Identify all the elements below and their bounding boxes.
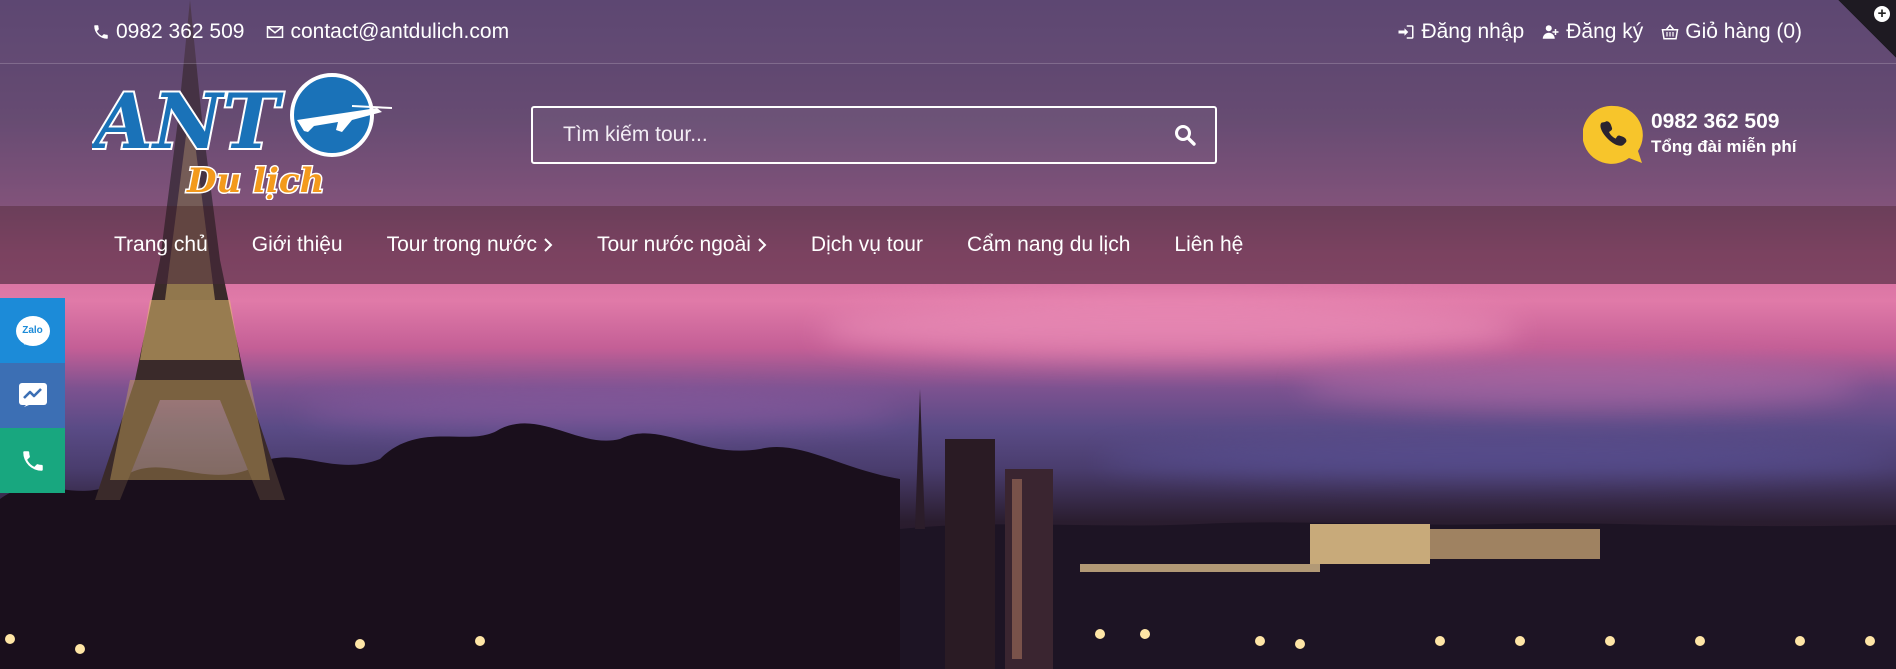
header: ANT Du lịch 0982 362 509 Tổng đài miễn p… [0, 64, 1896, 206]
search-input[interactable] [533, 108, 1215, 162]
register-label: Đăng ký [1566, 20, 1644, 43]
sign-in-icon [1398, 25, 1414, 39]
login-link[interactable]: Đăng nhập [1397, 20, 1524, 44]
user-plus-icon [1542, 25, 1559, 39]
nav-item-international-tour[interactable]: Tour nước ngoài [575, 233, 789, 257]
plus-circle-icon: + [1874, 6, 1890, 22]
site-logo[interactable]: ANT Du lịch [86, 70, 393, 203]
nav-item-tour-services[interactable]: Dịch vụ tour [789, 233, 945, 257]
messenger-button[interactable] [0, 363, 65, 428]
phone-bubble-icon [1583, 105, 1643, 164]
nav-label: Cẩm nang du lịch [966, 233, 1131, 256]
top-bar: 0982 362 509 contact@antdulich.com Đăng … [0, 0, 1896, 64]
nav-label: Trang chủ [114, 233, 208, 256]
nav-label: Tour nước ngoài [597, 233, 751, 256]
nav-label: Giới thiệu [251, 233, 343, 256]
search-box [531, 106, 1217, 164]
hotline[interactable]: 0982 362 509 Tổng đài miễn phí [1583, 104, 1813, 168]
logo-graphic: ANT Du lịch [86, 73, 393, 203]
nav-label: Liên hệ [1174, 233, 1244, 256]
logo-dulich-text: Du lịch [186, 161, 324, 200]
messenger-icon [18, 382, 47, 407]
nav-item-contact[interactable]: Liên hệ [1152, 233, 1265, 257]
chevron-right-icon [758, 238, 767, 252]
phone-icon [94, 25, 108, 39]
nav-label: Dịch vụ tour [810, 233, 923, 256]
register-link[interactable]: Đăng ký [1542, 20, 1643, 44]
nav-item-travel-guide[interactable]: Cẩm nang du lịch [945, 233, 1152, 257]
zalo-icon: Zalo [15, 315, 50, 346]
nav-item-domestic-tour[interactable]: Tour trong nước [365, 233, 575, 257]
main-nav: Trang chủ Giới thiệu Tour trong nước Tou… [0, 206, 1896, 284]
cart-link[interactable]: Giỏ hàng (0) [1661, 20, 1802, 44]
logo-ant-text: ANT [92, 77, 284, 166]
call-button[interactable] [0, 428, 65, 493]
topbar-email[interactable]: contact@antdulich.com [266, 20, 509, 44]
nav-label: Tour trong nước [386, 233, 537, 256]
chevron-right-icon [544, 238, 553, 252]
hotline-number: 0982 362 509 [1651, 110, 1780, 133]
zalo-icon-label: Zalo [22, 325, 43, 336]
nav-item-home[interactable]: Trang chủ [92, 233, 230, 257]
zalo-button[interactable]: Zalo [0, 298, 65, 363]
hotline-caption: Tổng đài miễn phí [1651, 137, 1797, 156]
login-label: Đăng nhập [1421, 20, 1525, 43]
side-contact-bar: Zalo [0, 298, 65, 493]
search-icon[interactable] [1173, 123, 1197, 147]
corner-ribbon[interactable]: + [1838, 0, 1896, 58]
topbar-phone-text: 0982 362 509 [116, 20, 245, 43]
envelope-icon [267, 26, 284, 38]
topbar-email-text: contact@antdulich.com [290, 20, 510, 43]
topbar-phone[interactable]: 0982 362 509 [92, 20, 244, 44]
shopping-basket-icon [1661, 24, 1679, 40]
call-icon [22, 450, 43, 471]
cart-label: Giỏ hàng (0) [1685, 20, 1802, 43]
nav-item-about[interactable]: Giới thiệu [230, 233, 365, 257]
